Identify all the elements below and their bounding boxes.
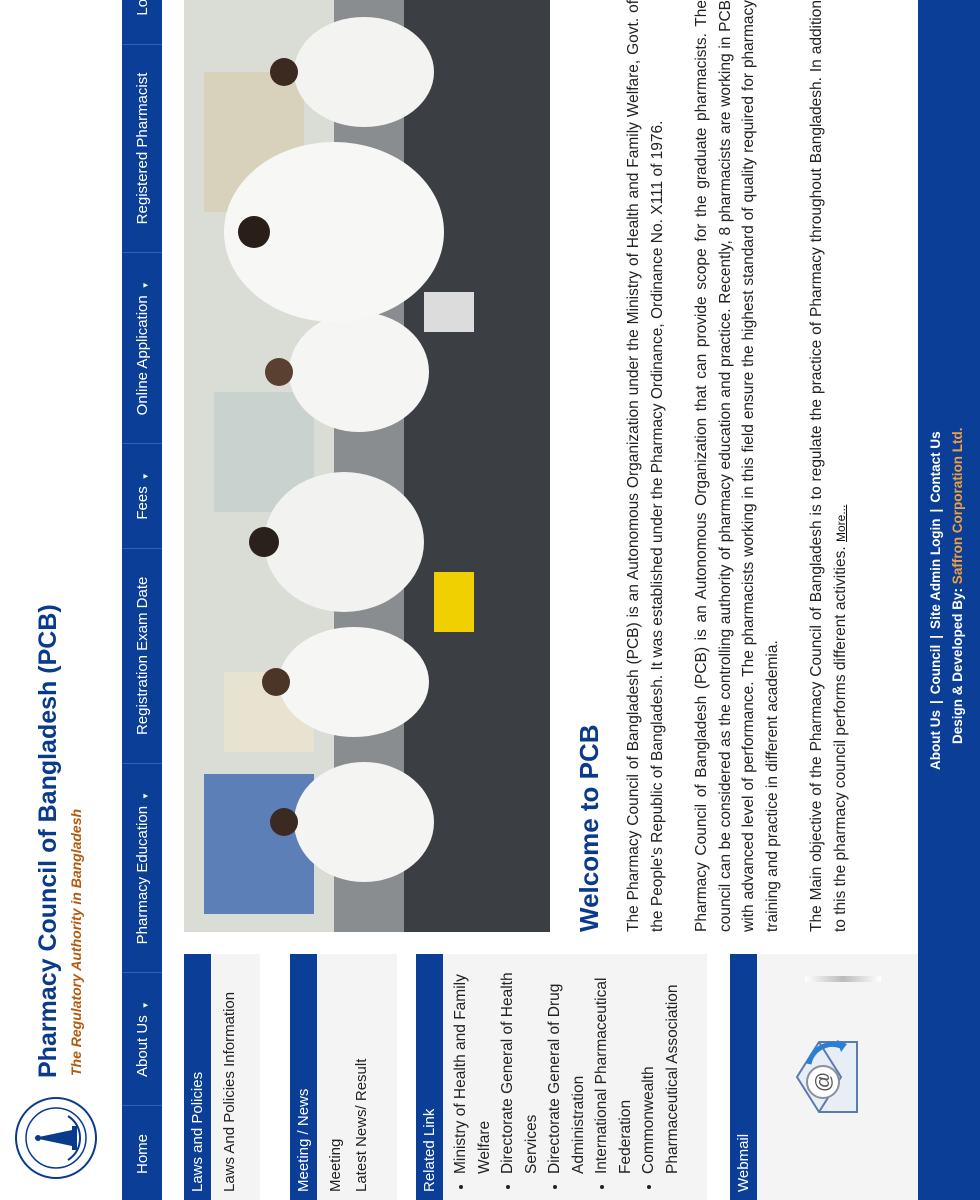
nav-item-label: Registered Pharmacist: [133, 72, 151, 225]
credit-prefix: Design & Developed By:: [950, 587, 965, 744]
nav-item-about-us[interactable]: About Us ▼: [122, 972, 162, 1105]
footer-separator: |: [928, 508, 943, 513]
webmail-box-title: Webmail: [730, 954, 757, 1200]
footer-link-about-us[interactable]: About Us: [928, 710, 943, 770]
svg-text:@: @: [813, 1072, 835, 1092]
laws-box: Laws and Policies Laws And Policies Info…: [184, 954, 260, 1200]
intro-paragraph-2: Pharmacy Council of Bangladesh (PCB) is …: [693, 0, 781, 932]
caret-down-icon: ▼: [140, 792, 150, 800]
credit-company-link[interactable]: Saffron Corporation Ltd.: [950, 427, 965, 584]
laws-box-title: Laws and Policies: [184, 954, 211, 1200]
nav-item-pharmacy-education[interactable]: Pharmacy Education ▼: [122, 763, 162, 973]
more-link[interactable]: More...: [834, 505, 848, 542]
related-box-title: Related Link: [416, 954, 443, 1200]
meeting-box-title: Meeting / News: [290, 954, 317, 1200]
footer-separator: |: [928, 634, 943, 639]
related-link[interactable]: Commonwealth Pharmaceutical Association: [637, 962, 684, 1174]
lab-hero-image: [184, 0, 550, 932]
related-link[interactable]: Directorate General of Drug Administrati…: [543, 962, 590, 1174]
intro-content: The Pharmacy Council of Bangladesh (PCB)…: [622, 0, 874, 932]
site-title: Pharmacy Council of Bangladesh (PCB): [34, 604, 62, 1078]
page: Pharmacy Council of Bangladesh (PCB) The…: [0, 0, 980, 1200]
webmail-icon[interactable]: @: [781, 1032, 871, 1122]
nav-item-label: Login: [134, 0, 151, 16]
pcb-logo-icon[interactable]: [14, 1096, 98, 1180]
related-links-list: Ministry of Health and Family WelfareDir…: [449, 962, 684, 1192]
nav-item-registration-exam-date[interactable]: Registration Exam Date: [122, 547, 162, 764]
caret-down-icon: ▼: [140, 1001, 150, 1010]
footer-separator: |: [928, 700, 943, 704]
caret-down-icon: ▼: [140, 281, 150, 290]
related-link[interactable]: International Pharmaceutical Federation: [590, 962, 637, 1174]
related-box: Related Link Ministry of Health and Fami…: [416, 954, 707, 1200]
intro-paragraph-3-text: The Main objective of the Pharmacy Counc…: [808, 0, 849, 932]
related-link[interactable]: Ministry of Health and Family Welfare: [449, 962, 496, 1174]
site-footer: About Us | Council | Site Admin Login | Contac…: [918, 0, 980, 1200]
intro-paragraph-1: The Pharmacy Council of Bangladesh (PCB)…: [625, 0, 666, 932]
nav-item-registered-pharmacist[interactable]: Registered Pharmacist: [122, 43, 162, 253]
nav-item-label: Registration Exam Date: [133, 576, 151, 736]
nav-item-fees[interactable]: Fees ▼: [122, 443, 162, 548]
footer-link-site-admin-login[interactable]: Site Admin Login: [928, 518, 943, 629]
meeting-box: Meeting / News Meeting Latest News/ Resu…: [290, 954, 397, 1200]
meeting-link[interactable]: Meeting: [323, 962, 349, 1192]
webmail-divider: [805, 976, 881, 982]
webmail-box: Webmail @: [730, 954, 919, 1200]
latest-news-link[interactable]: Latest News/ Result: [349, 962, 375, 1192]
nav-item-login[interactable]: Login▼: [122, 0, 162, 44]
footer-link-contact-us[interactable]: Contact Us: [928, 431, 943, 502]
nav-item-label: Pharmacy Education: [133, 805, 151, 945]
footer-link-council[interactable]: Council: [928, 645, 943, 695]
intro-paragraph-3: The Main objective of the Pharmacy Counc…: [805, 0, 853, 932]
main-nav: Home About Us ▼ Pharmacy Education ▼ Registra…: [122, 0, 162, 1200]
nav-item-label: Online Application: [133, 295, 151, 416]
caret-down-icon: ▼: [140, 472, 150, 481]
nav-item-label: Home: [133, 1133, 151, 1174]
nav-item-online-application[interactable]: Online Application ▼: [122, 252, 162, 444]
nav-item-label: Fees: [133, 486, 151, 520]
footer-credit: Design & Developed By: Saffron Corporati…: [950, 427, 965, 744]
nav-item-home[interactable]: Home: [122, 1104, 162, 1200]
footer-links: About Us | Council | Site Admin Login | Contac…: [928, 431, 943, 770]
laws-info-link[interactable]: Laws And Policies Information: [217, 962, 243, 1192]
rotated-page-canvas: Pharmacy Council of Bangladesh (PCB) The…: [0, 0, 980, 1200]
nav-item-label: About Us: [133, 1015, 151, 1077]
site-header: Pharmacy Council of Bangladesh (PCB) The…: [0, 0, 122, 1200]
welcome-heading: Welcome to PCB: [574, 724, 604, 932]
site-tagline: The Regulatory Authority in Bangladesh: [68, 808, 84, 1076]
lab-photo: [184, 0, 550, 932]
related-link[interactable]: Directorate General of Health Services: [496, 962, 543, 1174]
